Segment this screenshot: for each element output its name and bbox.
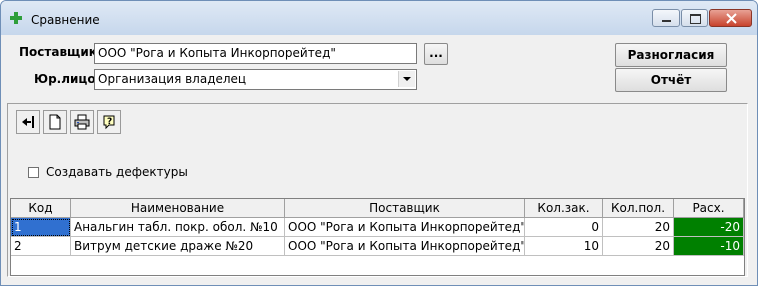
column-header-code[interactable]: Код bbox=[11, 199, 71, 218]
new-document-button[interactable] bbox=[43, 110, 67, 134]
window-client: Поставщик ООО "Рога и Копыта Инкорпорейт… bbox=[7, 35, 751, 280]
entity-label: Юр.лицо bbox=[34, 72, 96, 86]
exit-arrow-icon bbox=[22, 116, 34, 128]
discrepancies-button[interactable]: Разногласия bbox=[615, 43, 727, 67]
help-button[interactable]: ? bbox=[97, 110, 121, 134]
cell-name[interactable]: Витрум детские драже №20 bbox=[71, 237, 285, 256]
title-bar[interactable]: Сравнение bbox=[1, 1, 757, 35]
cell-received-qty[interactable]: 20 bbox=[603, 218, 674, 237]
maximize-button[interactable] bbox=[681, 9, 708, 27]
cell-code[interactable]: 2 bbox=[11, 237, 71, 256]
window-title: Сравнение bbox=[31, 13, 100, 27]
print-button[interactable] bbox=[70, 110, 94, 134]
cell-code[interactable]: 1 bbox=[11, 218, 71, 237]
supplier-label: Поставщик bbox=[19, 45, 97, 59]
exit-button[interactable] bbox=[16, 110, 40, 134]
report-button[interactable]: Отчёт bbox=[615, 68, 727, 92]
supplier-field[interactable]: ООО "Рога и Копыта Инкорпорейтед" bbox=[94, 43, 417, 64]
cell-supplier[interactable]: ООО "Рога и Копыта Инкорпорейтед" bbox=[285, 218, 525, 237]
cell-ordered-qty[interactable]: 10 bbox=[525, 237, 603, 256]
create-shortages-checkbox[interactable] bbox=[28, 167, 39, 178]
comparison-window: Сравнение Поставщик ООО "Рога и Копыта И… bbox=[0, 0, 758, 286]
column-header-supplier[interactable]: Поставщик bbox=[285, 199, 525, 218]
column-header-received-qty[interactable]: Кол.пол. bbox=[603, 199, 674, 218]
cell-difference[interactable]: -20 bbox=[674, 218, 744, 237]
cell-supplier[interactable]: ООО "Рога и Копыта Инкорпорейтед" bbox=[285, 237, 525, 256]
app-cross-icon bbox=[10, 12, 22, 24]
chevron-down-icon[interactable] bbox=[398, 71, 415, 87]
create-shortages-label: Создавать дефектуры bbox=[46, 165, 188, 179]
maximize-icon bbox=[690, 14, 701, 24]
new-document-icon bbox=[49, 114, 61, 130]
content-panel: ? Создавать дефектуры Код Наименование П… bbox=[7, 103, 748, 277]
help-icon: ? bbox=[103, 115, 115, 130]
column-header-difference[interactable]: Расх. bbox=[674, 199, 744, 218]
entity-select[interactable]: Организация владелец bbox=[94, 69, 417, 90]
svg-text:?: ? bbox=[107, 117, 112, 127]
print-icon bbox=[74, 114, 90, 130]
cell-ordered-qty[interactable]: 0 bbox=[525, 218, 603, 237]
cell-received-qty[interactable]: 20 bbox=[603, 237, 674, 256]
minimize-icon bbox=[662, 20, 671, 22]
entity-select-value: Организация владелец bbox=[98, 72, 247, 86]
supplier-browse-button[interactable]: ... bbox=[424, 43, 448, 65]
cell-name[interactable]: Анальгин табл. покр. обол. №10 bbox=[71, 218, 285, 237]
minimize-button[interactable] bbox=[652, 9, 680, 27]
cell-difference[interactable]: -10 bbox=[674, 237, 744, 256]
comparison-table: Код Наименование Поставщик Кол.зак. Кол.… bbox=[10, 198, 745, 276]
column-header-name[interactable]: Наименование bbox=[71, 199, 285, 218]
close-button[interactable] bbox=[709, 9, 752, 27]
close-icon bbox=[726, 13, 737, 24]
column-header-ordered-qty[interactable]: Кол.зак. bbox=[525, 199, 603, 218]
